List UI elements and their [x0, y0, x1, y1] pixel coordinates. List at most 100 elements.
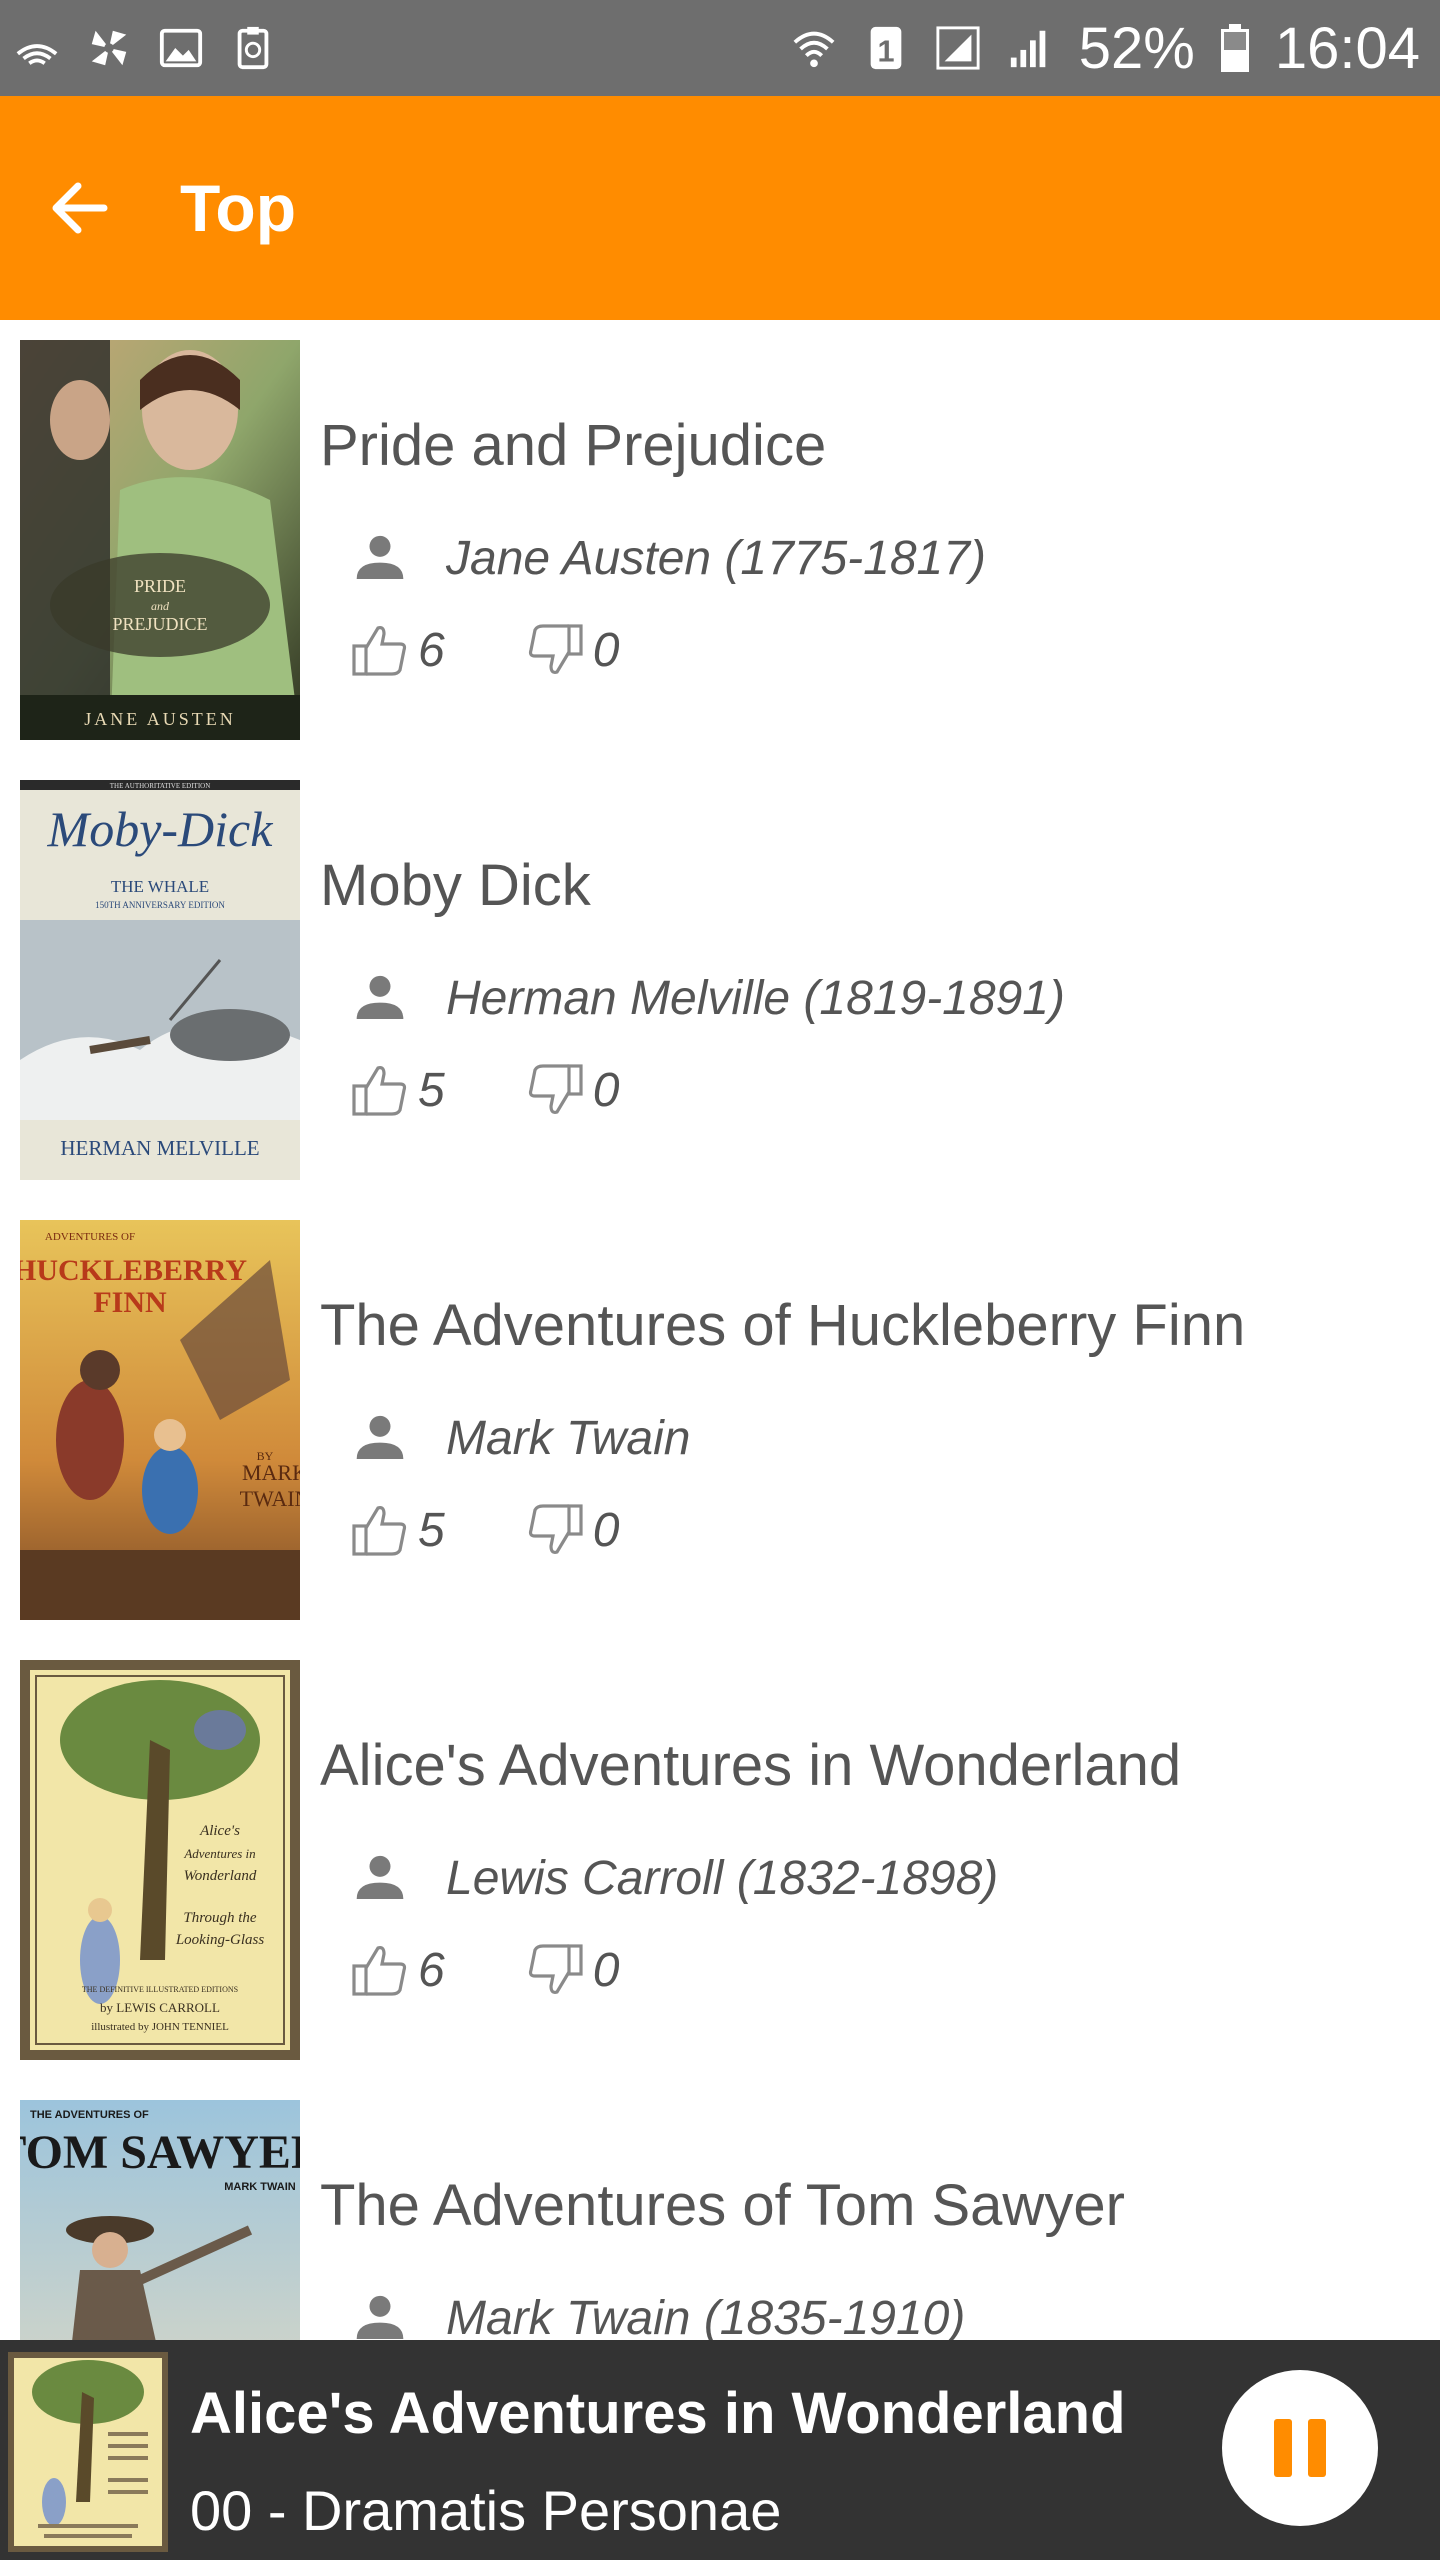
like-count: 5 — [418, 1503, 445, 1557]
votes-row: 5 0 — [350, 1500, 619, 1560]
like-button[interactable]: 6 — [350, 1940, 445, 2000]
list-item[interactable]: PRIDE and PREJUDICE JANE AUSTEN Pride an… — [0, 320, 1440, 760]
wifi-broadcast-icon — [16, 44, 58, 65]
cover-text: Adventures in — [183, 1846, 255, 1861]
book-title: Moby Dick — [320, 853, 591, 918]
thumbs-up-icon — [352, 1066, 407, 1116]
book-cover: PRIDE and PREJUDICE JANE AUSTEN — [20, 340, 300, 740]
dislike-button[interactable]: 0 — [525, 620, 619, 680]
cover-text: HERMAN MELVILLE — [60, 1136, 259, 1160]
cover-text: THE AUTHORITATIVE EDITION — [110, 782, 211, 790]
thumbs-up-icon — [352, 626, 407, 676]
sim-icon: 1 — [870, 26, 902, 70]
book-list[interactable]: PRIDE and PREJUDICE JANE AUSTEN Pride an… — [0, 320, 1440, 2340]
page-title: Top — [180, 171, 297, 245]
cover-text: FINN — [93, 1286, 167, 1319]
arrow-left-icon — [52, 182, 108, 234]
like-count: 5 — [418, 1063, 445, 1117]
book-cover: Alice's Adventures in Wonderland Through… — [20, 1660, 300, 2060]
book-cover: ADVENTURES OF HUCKLEBERRY FINN BY MARK T… — [20, 1220, 300, 1620]
person-icon — [356, 1855, 404, 1899]
cover-text: Wonderland — [184, 1868, 257, 1884]
thumbs-down-icon — [528, 624, 583, 674]
cover-text: Moby-Dick — [47, 801, 274, 857]
votes-row: 6 0 — [350, 620, 619, 680]
signal-icon — [1010, 30, 1046, 68]
cover-text: MARK — [242, 1460, 300, 1485]
book-title: The Adventures of Huckleberry Finn — [320, 1293, 1246, 1358]
thumbs-down-icon — [528, 1944, 583, 1994]
cover-text: Looking-Glass — [175, 1932, 265, 1948]
list-item[interactable]: Alice's Adventures in Wonderland Through… — [0, 1640, 1440, 2080]
recycle-clipboard-icon — [237, 26, 269, 70]
status-left-icons — [14, 0, 276, 96]
list-item[interactable]: THE AUTHORITATIVE EDITION Moby-Dick THE … — [0, 760, 1440, 1200]
battery-percent: 52% — [1078, 15, 1195, 81]
thumbs-down-icon — [528, 1064, 583, 1114]
clock: 16:04 — [1274, 15, 1420, 81]
person-icon — [356, 535, 404, 579]
cover-text: HUCKLEBERRY — [20, 1254, 247, 1287]
book-title: Alice's Adventures in Wonderland — [320, 1733, 1182, 1798]
cover-text: ADVENTURES OF — [45, 1231, 135, 1243]
cover-text: THE WHALE — [111, 877, 209, 896]
book-cover: THE AUTHORITATIVE EDITION Moby-Dick THE … — [20, 780, 300, 1180]
person-icon — [356, 1415, 404, 1459]
pause-icon — [1274, 2419, 1292, 2477]
cover-text: THE DEFINITIVE ILLUSTRATED EDITIONS — [82, 1985, 238, 1994]
person-icon — [356, 975, 404, 1019]
thumbs-up-icon — [352, 1506, 407, 1556]
author-row: Lewis Carroll (1832-1898) — [352, 1850, 998, 1906]
votes-row: 5 0 — [350, 1060, 619, 1120]
player-chapter: 00 - Dramatis Personae — [190, 2479, 782, 2542]
thumbs-down-icon — [528, 1504, 583, 1554]
cover-text: Alice's — [199, 1823, 240, 1839]
cover-text: TWAIN — [240, 1486, 300, 1511]
cover-text: illustrated by JOHN TENNIEL — [91, 2021, 229, 2033]
cover-text: THE ADVENTURES OF — [30, 2109, 149, 2121]
dislike-count: 0 — [592, 1943, 620, 1997]
dislike-button[interactable]: 0 — [525, 1500, 620, 1560]
like-button[interactable]: 6 — [350, 620, 445, 680]
status-right-icons: 1 52% 16:04 — [791, 0, 1420, 96]
back-button[interactable] — [0, 96, 160, 320]
votes-row: 6 0 — [350, 1940, 619, 2000]
player-title: Alice's Adventures in Wonderland — [190, 2381, 1126, 2446]
cover-text: by LEWIS CARROLL — [100, 2000, 220, 2015]
dislike-count: 0 — [592, 1063, 620, 1117]
like-button[interactable]: 5 — [350, 1500, 445, 1560]
book-title: Pride and Prejudice — [320, 413, 827, 478]
image-icon — [159, 28, 203, 68]
author-row: Mark Twain — [352, 1410, 690, 1466]
app-bar: Top — [0, 96, 1440, 320]
author-row: Herman Melville (1819-1891) — [352, 970, 1065, 1026]
book-title: The Adventures of Tom Sawyer — [320, 2173, 1125, 2238]
pause-button[interactable] — [1222, 2370, 1378, 2526]
mini-player[interactable]: Alice's Adventures in Wonderland 00 - Dr… — [0, 2340, 1440, 2560]
pinwheel-icon — [91, 30, 127, 66]
list-item[interactable]: THE ADVENTURES OF TOM SAWYER MARK TWAIN … — [0, 2080, 1440, 2340]
player-cover — [8, 2352, 168, 2552]
signal-icon — [936, 26, 980, 70]
cover-text: JANE AUSTEN — [84, 709, 236, 729]
battery-icon — [1220, 24, 1249, 72]
cover-text: PRIDE — [134, 576, 186, 596]
dislike-button[interactable]: 0 — [525, 1940, 620, 2000]
like-button[interactable]: 5 — [350, 1060, 445, 1120]
person-icon — [356, 2295, 404, 2339]
dislike-button[interactable]: 0 — [525, 1060, 620, 1120]
author-name: Herman Melville (1819-1891) — [446, 971, 1065, 1025]
cover-text: PREJUDICE — [112, 614, 207, 634]
author-row: Mark Twain (1835-1910) — [352, 2290, 965, 2340]
author-name: Mark Twain (1835-1910) — [446, 2291, 966, 2341]
cover-text: TOM SAWYER — [20, 2126, 300, 2179]
sim-label: 1 — [877, 34, 894, 68]
cover-text: and — [151, 599, 170, 613]
cover-text: Through the — [183, 1910, 257, 1926]
pause-icon — [1308, 2419, 1326, 2477]
dislike-count: 0 — [592, 1503, 620, 1557]
list-item[interactable]: ADVENTURES OF HUCKLEBERRY FINN BY MARK T… — [0, 1200, 1440, 1640]
author-name: Mark Twain — [446, 1411, 691, 1465]
thumbs-up-icon — [352, 1946, 407, 1996]
like-count: 6 — [418, 1943, 445, 1997]
